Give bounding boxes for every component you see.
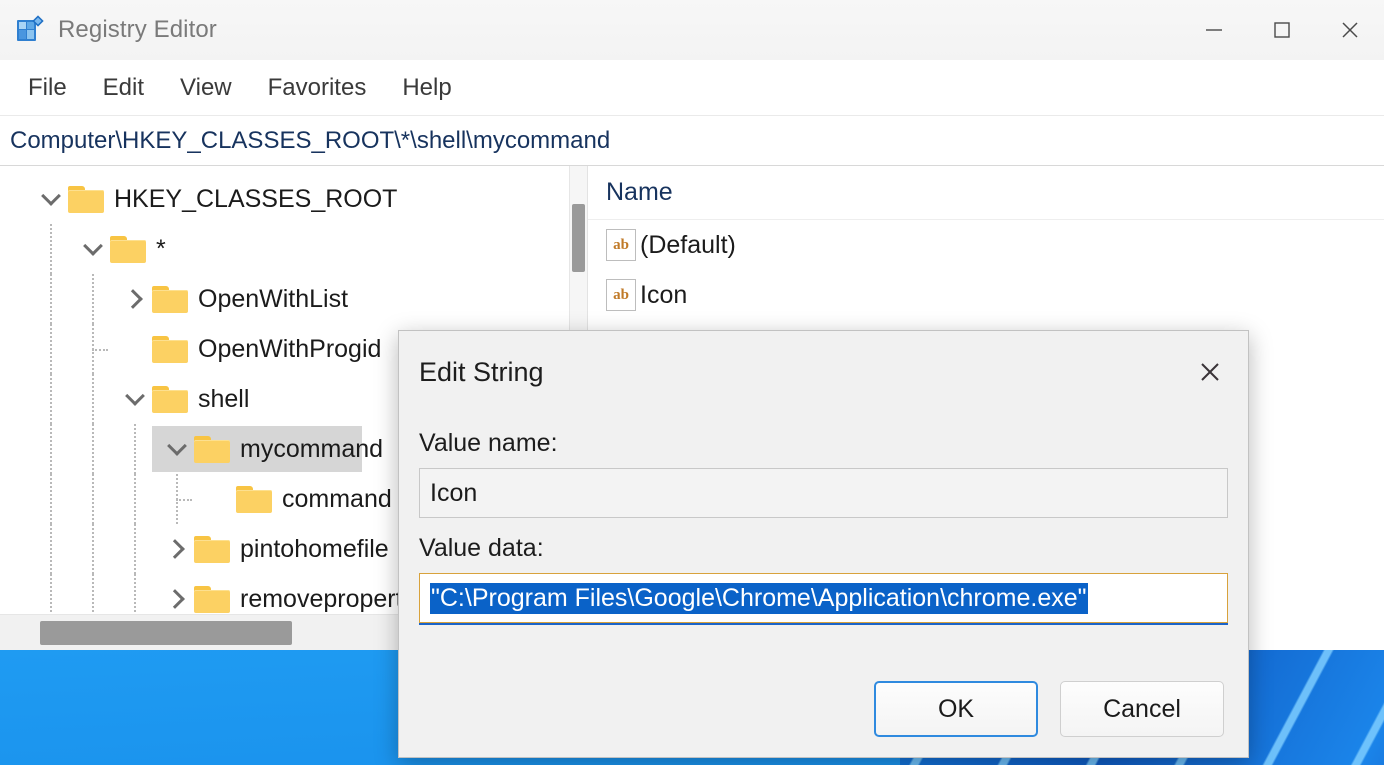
registry-editor-icon: [14, 15, 44, 45]
tree-guide-line: [92, 374, 94, 424]
value-data-input[interactable]: "C:\Program Files\Google\Chrome\Applicat…: [419, 573, 1228, 623]
tree-guide-line: [50, 424, 52, 474]
tree-item-label: *: [156, 234, 166, 263]
list-column-header[interactable]: Name: [588, 166, 1384, 220]
tree-item-label: OpenWithProgid: [198, 334, 382, 363]
chevron-right-icon[interactable]: [160, 582, 194, 614]
minimize-button[interactable]: [1180, 0, 1248, 60]
folder-icon: [236, 485, 272, 513]
list-item-name: Icon: [640, 280, 688, 309]
window-title: Registry Editor: [58, 16, 217, 43]
value-data-label: Value data:: [419, 534, 544, 562]
tree-guide-line: [134, 524, 136, 574]
registry-values-list: ab (Default) ab Icon: [588, 220, 1384, 320]
tree-guide-line: [92, 574, 94, 614]
chevron-right-icon[interactable]: [118, 282, 152, 316]
chevron-down-icon[interactable]: [76, 232, 110, 266]
tree-guide-line: [92, 424, 94, 474]
dialog-footer: OK Cancel: [399, 661, 1248, 757]
tree-item-label: shell: [198, 384, 250, 413]
tree-guide-line: [50, 274, 52, 324]
dialog-title-bar: Edit String: [399, 331, 1248, 413]
cancel-button[interactable]: Cancel: [1060, 681, 1224, 737]
tree-guide-line: [50, 574, 52, 614]
menu-item-file[interactable]: File: [16, 72, 79, 104]
list-item[interactable]: ab Icon: [588, 270, 1384, 320]
address-bar[interactable]: Computer\HKEY_CLASSES_ROOT\*\shell\mycom…: [0, 116, 1384, 166]
ok-button[interactable]: OK: [874, 681, 1038, 737]
tree-guide-line: [50, 524, 52, 574]
tree-vertical-scroll-thumb[interactable]: [572, 204, 585, 272]
tree-guide-line: [134, 574, 136, 614]
tree-guide-line: [92, 274, 94, 324]
chevron-down-icon[interactable]: [160, 432, 194, 466]
tree-guide-line: [50, 224, 52, 274]
list-item[interactable]: ab (Default): [588, 220, 1384, 270]
menu-bar: File Edit View Favorites Help: [0, 60, 1384, 116]
folder-icon: [68, 185, 104, 213]
close-button[interactable]: [1316, 0, 1384, 60]
tree-guide-connector: [176, 499, 192, 501]
folder-icon: [194, 435, 230, 463]
menu-item-edit[interactable]: Edit: [91, 72, 156, 104]
folder-icon: [152, 335, 188, 363]
tree-guide-line: [134, 474, 136, 524]
dialog-body: Value name: Icon Value data: "C:\Program…: [399, 413, 1248, 661]
chevron-right-icon[interactable]: [160, 532, 194, 566]
tree-guide-line: [92, 474, 94, 524]
menu-item-favorites[interactable]: Favorites: [256, 72, 379, 104]
value-data-text: "C:\Program Files\Google\Chrome\Applicat…: [430, 582, 1088, 614]
tree-guide-line: [134, 424, 136, 474]
list-item-name: (Default): [640, 230, 736, 259]
tree-item-label: OpenWithList: [198, 284, 349, 313]
tree-item--[interactable]: *: [0, 224, 569, 274]
folder-icon: [152, 385, 188, 413]
string-value-icon-text: ab: [613, 236, 629, 253]
tree-guide-line: [92, 524, 94, 574]
tree-twisty-empty: [118, 332, 152, 366]
tree-item-label: command: [282, 484, 392, 513]
window-controls: [1180, 0, 1384, 60]
string-value-icon: ab: [606, 279, 636, 311]
tree-horizontal-scroll-thumb[interactable]: [40, 621, 292, 645]
column-header-name: Name: [606, 178, 673, 206]
menu-item-help[interactable]: Help: [390, 72, 463, 104]
folder-icon: [194, 585, 230, 613]
chevron-down-icon[interactable]: [34, 182, 68, 216]
tree-item-hkey-classes-root[interactable]: HKEY_CLASSES_ROOT: [0, 174, 569, 224]
tree-item-label: HKEY_CLASSES_ROOT: [114, 184, 398, 213]
value-name-label: Value name:: [419, 429, 558, 457]
title-bar: Registry Editor: [0, 0, 1384, 60]
tree-twisty-empty: [202, 482, 236, 516]
maximize-button[interactable]: [1248, 0, 1316, 60]
folder-icon: [110, 235, 146, 263]
tree-item-label: mycommand: [240, 434, 384, 463]
string-value-icon: ab: [606, 229, 636, 261]
folder-icon: [152, 285, 188, 313]
tree-guide-line: [50, 374, 52, 424]
chevron-down-icon[interactable]: [118, 382, 152, 416]
tree-item-label: pintohomefile: [240, 534, 389, 563]
value-name-text: Icon: [430, 478, 478, 507]
tree-guide-line: [50, 474, 52, 524]
string-value-icon-text: ab: [613, 286, 629, 303]
tree-item-openwithlist[interactable]: OpenWithList: [0, 274, 569, 324]
value-name-input[interactable]: Icon: [419, 468, 1228, 518]
tree-guide-line: [50, 324, 52, 374]
dialog-title: Edit String: [419, 356, 544, 387]
edit-string-dialog: Edit String Value name: Icon Value data:…: [398, 330, 1249, 758]
dialog-close-icon[interactable]: [1172, 331, 1248, 413]
folder-icon: [194, 535, 230, 563]
menu-item-view[interactable]: View: [168, 72, 244, 104]
tree-guide-connector: [92, 349, 108, 351]
address-bar-path: Computer\HKEY_CLASSES_ROOT\*\shell\mycom…: [10, 126, 611, 154]
